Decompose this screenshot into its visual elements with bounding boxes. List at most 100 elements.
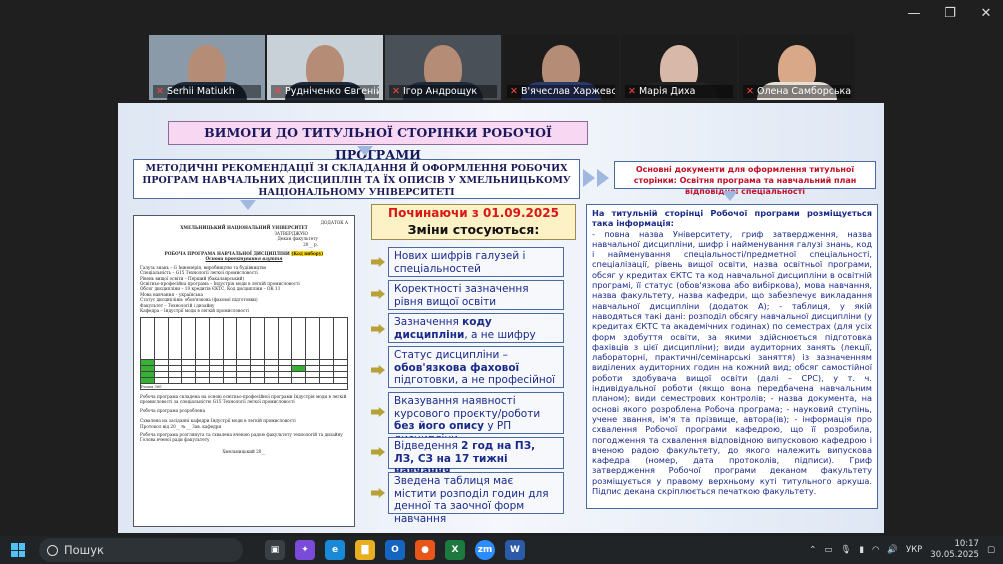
- volume-icon[interactable]: 🔊: [887, 545, 898, 555]
- clock-time: 10:17: [954, 539, 979, 549]
- change-item: Статус дисципліни – обов'язкова фахової …: [388, 346, 564, 388]
- doc-hours-table: Разом 300: [140, 316, 349, 390]
- change-item: Нових шифрів галузей і спеціальностей: [388, 247, 564, 277]
- participant-name: ✕ Марія Диха: [625, 85, 733, 98]
- arrow-down-icon: [240, 200, 256, 210]
- change-text: підготовки, а не професійної: [394, 374, 556, 386]
- task-view-icon[interactable]: ▣: [265, 540, 285, 560]
- search-icon: [47, 544, 58, 556]
- taskbar: Пошук ▣ ✦ e ▇ O ● X zm W ⌃ ▭ 🎙 ▮ ◠ 🔊 УКР…: [0, 536, 1003, 564]
- participant-tile[interactable]: ✕ Ігор Андрощук: [385, 35, 501, 100]
- close-button[interactable]: ✕: [979, 6, 993, 21]
- change-item: Відведення 2 год на ПЗ, ЛЗ, СЗ на 17 тиж…: [388, 437, 564, 477]
- doc-foot-line: Протокол від 20__ № __ Зав. кафедри: [140, 423, 222, 429]
- change-text: Нових шифрів галузей і спеціальностей: [394, 250, 526, 275]
- participant-strip: ✕ Serhii Matiukh ✕ Рудніченко Євгеній ✕ Іго…: [149, 35, 855, 100]
- battery-icon[interactable]: ▮: [859, 545, 864, 555]
- participant-name: ✕ Рудніченко Євгеній: [271, 85, 379, 98]
- change-text-bold: без його опису: [394, 420, 485, 432]
- mic-muted-icon: ✕: [628, 86, 636, 97]
- change-text: , а не шифру: [464, 328, 536, 341]
- word-icon[interactable]: W: [505, 540, 525, 560]
- participant-name-text: Ігор Андрощук: [402, 86, 478, 97]
- doc-total-row: Разом 300: [140, 382, 348, 390]
- title-page-sample: ДОДАТОК А ХМЕЛЬНИЦЬКИЙ НАЦІОНАЛЬНИЙ УНІВ…: [133, 215, 355, 527]
- change-item: Вказування наявності курсового проєкту/р…: [388, 392, 564, 445]
- doc-foot-line: Голова вченої ради факультету: [140, 437, 210, 443]
- change-item: Зведена таблиця має містити розподіл год…: [388, 472, 564, 525]
- firefox-icon[interactable]: ●: [415, 540, 435, 560]
- participant-tile[interactable]: ✕ Олена Самборська: [739, 35, 855, 100]
- search-box[interactable]: Пошук: [39, 538, 243, 562]
- doc-program-title: РОБОЧА ПРОГРАМА НАВЧАЛЬНОЇ ДИСЦИПЛІНИ: [164, 251, 290, 257]
- mic-muted-icon: ✕: [274, 86, 282, 97]
- doc-foot-line: Робоча програма розроблена: [140, 407, 206, 413]
- mic-muted-icon: ✕: [156, 86, 164, 97]
- participant-tile[interactable]: ✕В'ячеслав Харжевсь...: [503, 35, 619, 100]
- file-explorer-icon[interactable]: ▇: [355, 540, 375, 560]
- edge-icon[interactable]: e: [325, 540, 345, 560]
- window-controls: — ❐ ✕: [907, 6, 993, 21]
- since-2025-box: Починаючи з 01.09.2025 Зміни стосуються:: [371, 204, 576, 240]
- mic-muted-icon: ✕: [392, 86, 400, 97]
- change-text: Зазначення: [394, 316, 463, 328]
- clock[interactable]: 10:17 30.05.2025: [930, 539, 979, 561]
- arrow-down-icon: [357, 146, 373, 156]
- camera-icon[interactable]: ▭: [824, 545, 832, 555]
- mic-muted-icon: ✕: [510, 86, 518, 97]
- participant-name-text: Марія Диха: [638, 86, 696, 97]
- chevron-up-icon[interactable]: ⌃: [809, 545, 816, 555]
- zoom-icon[interactable]: zm: [475, 540, 495, 560]
- search-placeholder: Пошук: [64, 543, 104, 557]
- outlook-icon[interactable]: O: [385, 540, 405, 560]
- change-text: Відведення: [394, 440, 462, 452]
- change-text: Вказування наявності курсового проєкту/р…: [394, 395, 541, 420]
- change-text-bold: обов'язкова фахової: [394, 361, 520, 374]
- taskbar-apps: ▣ ✦ e ▇ O ● X zm W: [265, 540, 525, 560]
- base-documents-box: Основні документи для оформлення титульн…: [614, 161, 876, 196]
- participant-name: ✕ Serhii Matiukh: [153, 85, 261, 98]
- participant-tile[interactable]: ✕ Рудніченко Євгеній: [267, 35, 383, 100]
- mic-muted-icon: ✕: [746, 86, 754, 97]
- doc-foot-line: Робоча програма складена на основі освіт…: [140, 393, 347, 405]
- title-page-info-box: На титульній сторінці Робочої програми р…: [586, 204, 878, 509]
- start-button[interactable]: [11, 543, 25, 557]
- doc-status-tag: (Код вибору): [291, 251, 324, 257]
- doc-line: Кафедра – Індустрії моди в легкій промис…: [140, 308, 249, 314]
- participant-name: ✕ Ігор Андрощук: [389, 85, 497, 98]
- participant-tile[interactable]: ✕ Марія Диха: [621, 35, 737, 100]
- participant-name-text: Рудніченко Євгеній: [284, 86, 379, 97]
- slide-title: ВИМОГИ ДО ТИТУЛЬНОЇ СТОРІНКИ РОБОЧОЇ ПРО…: [168, 121, 588, 162]
- change-text: Статус дисципліни –: [394, 349, 508, 361]
- system-tray: ⌃ ▭ 🎙 ▮ ◠ 🔊 УКР 10:17 30.05.2025 ▢: [809, 536, 995, 564]
- participant-name: ✕В'ячеслав Харжевсь...: [507, 85, 615, 98]
- maximize-button[interactable]: ❐: [943, 6, 957, 21]
- info-body: - повна назва Університету, гриф затверд…: [592, 228, 872, 497]
- notification-icon[interactable]: ▢: [987, 545, 995, 555]
- arrow-down-icon: [722, 191, 738, 201]
- clock-date: 30.05.2025: [930, 550, 979, 560]
- doc-subtitle: Основи проектування взуття: [205, 256, 283, 262]
- participant-name: ✕ Олена Самборська: [743, 85, 851, 98]
- microphone-icon[interactable]: 🎙: [840, 545, 851, 555]
- participant-name-text: Serhii Matiukh: [166, 86, 235, 97]
- change-text: Коректності зазначення рівня вищої освіт…: [394, 283, 529, 308]
- copilot-icon[interactable]: ✦: [295, 540, 315, 560]
- change-item: Зазначення коду дисципліни, а не шифру: [388, 313, 564, 343]
- since-date: Починаючи з 01.09.2025: [388, 206, 559, 220]
- participant-tile[interactable]: ✕ Serhii Matiukh: [149, 35, 265, 100]
- method-recommendations-box: МЕТОДИЧНІ РЕКОМЕНДАЦІЇ ЗІ СКЛАДАННЯ Й ОФ…: [133, 159, 580, 199]
- excel-icon[interactable]: X: [445, 540, 465, 560]
- doc-date: 20__ р.: [303, 241, 318, 247]
- language-indicator[interactable]: УКР: [906, 545, 922, 555]
- changes-heading: Зміни стосуються:: [407, 222, 540, 237]
- minimize-button[interactable]: —: [907, 6, 921, 21]
- participant-name-text: Олена Самборська: [756, 86, 851, 97]
- desktop: — ❐ ✕ ✕ Serhii Matiukh ✕ Рудніченко Євгені…: [0, 0, 1003, 564]
- participant-name-text: В'ячеслав Харжевсь...: [520, 86, 615, 97]
- wifi-icon[interactable]: ◠: [872, 545, 879, 555]
- shared-slide: ВИМОГИ ДО ТИТУЛЬНОЇ СТОРІНКИ РОБОЧОЇ ПРО…: [118, 103, 884, 533]
- change-item: Коректності зазначення рівня вищої освіт…: [388, 280, 564, 310]
- arrow-right-icon: [597, 169, 609, 187]
- arrow-right-icon: [583, 169, 595, 187]
